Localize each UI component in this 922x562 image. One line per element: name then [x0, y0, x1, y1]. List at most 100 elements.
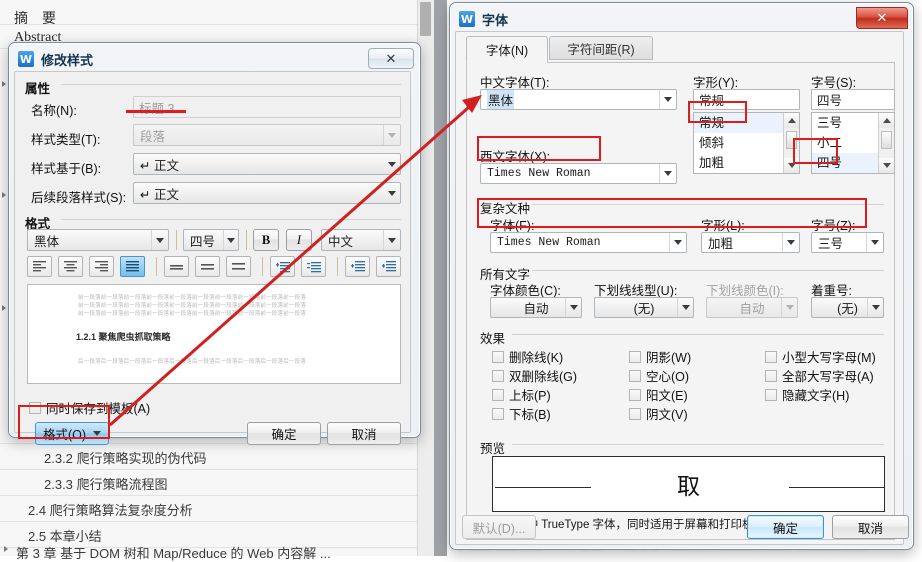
scroll-down-icon[interactable] — [784, 158, 799, 173]
cn-font-select[interactable]: 黑体 — [480, 89, 677, 110]
checkbox-icon[interactable] — [629, 369, 641, 382]
nav-expand-arrow-icon-2[interactable] — [2, 81, 6, 87]
line-spacing-single-icon[interactable] — [164, 256, 189, 277]
checkbox-icon[interactable] — [492, 388, 504, 401]
chevron-down-icon[interactable] — [867, 298, 883, 317]
size-listbox-scrollbar[interactable] — [878, 113, 894, 173]
scroll-up-icon[interactable] — [784, 113, 799, 128]
chevron-down-icon — [781, 298, 797, 317]
nav-item-233[interactable]: 2.3.3 爬行策略流程图 — [44, 474, 168, 493]
nav-item-232[interactable]: 2.3.2 爬行策略实现的伪代码 — [44, 448, 207, 467]
checkbox-emboss[interactable]: 阳文(E) — [629, 385, 688, 404]
save-to-template-checkbox[interactable]: 同时保存到模板(A) — [29, 398, 150, 417]
checkbox-icon[interactable] — [765, 369, 777, 382]
font-family-select[interactable]: 黑体 — [27, 229, 169, 251]
chevron-down-icon[interactable] — [223, 230, 238, 250]
checkbox-subscript[interactable]: 下标(B) — [492, 404, 551, 423]
close-icon[interactable]: ✕ — [856, 7, 908, 29]
emphasis-select[interactable]: (无) — [811, 297, 884, 318]
style-listbox[interactable]: 常规 倾斜 加粗 — [693, 112, 800, 174]
complex-size-select[interactable]: 三号 — [811, 232, 884, 253]
scroll-down-icon[interactable] — [879, 158, 894, 173]
increase-indent-icon[interactable] — [376, 256, 401, 277]
checkbox-superscript[interactable]: 上标(P) — [492, 385, 551, 404]
checkbox-outline[interactable]: 空心(O) — [629, 366, 689, 385]
chevron-down-icon[interactable] — [782, 233, 799, 252]
checkbox-icon[interactable] — [29, 401, 41, 414]
align-right-icon[interactable] — [89, 256, 114, 277]
font-size-select[interactable]: 四号 — [183, 229, 239, 251]
tab-font[interactable]: 字体(N) — [466, 36, 548, 62]
spacing-before-icon[interactable] — [270, 256, 295, 277]
style-listbox-scrollbar[interactable] — [783, 113, 799, 173]
chevron-down-icon[interactable] — [565, 298, 581, 317]
checkbox-small-caps[interactable]: 小型大写字母(M) — [765, 347, 876, 366]
font-dialog-titlebar[interactable]: W 字体 ✕ — [453, 6, 910, 32]
checkbox-icon[interactable] — [765, 350, 777, 363]
default-button: 默认(D)... — [462, 515, 536, 539]
size-input[interactable]: 四号 — [811, 89, 895, 110]
cn-font-value: 黑体 — [487, 90, 515, 109]
checkbox-icon[interactable] — [492, 350, 504, 363]
chevron-down-icon[interactable] — [669, 233, 686, 252]
checkbox-shadow[interactable]: 阴影(W) — [629, 347, 691, 366]
western-font-select[interactable]: Times New Roman — [480, 163, 677, 184]
chevron-down-icon[interactable] — [866, 233, 883, 252]
size-scrollbar-thumb[interactable] — [881, 131, 892, 149]
size-listbox[interactable]: 三号 小二 四号 — [811, 112, 895, 174]
checkbox-engrave[interactable]: 阴文(V) — [629, 404, 688, 423]
ok-button[interactable]: 确定 — [247, 422, 321, 445]
tab-character-spacing[interactable]: 字符间距(R) — [549, 36, 653, 60]
checkbox-hidden-text[interactable]: 隐藏文字(H) — [765, 385, 849, 404]
checkbox-strikethrough[interactable]: 删除线(K) — [492, 347, 563, 366]
nav-expand-arrow-icon[interactable] — [4, 546, 8, 552]
font-color-select[interactable]: 自动 — [490, 297, 582, 318]
complex-font-select[interactable]: Times New Roman — [490, 232, 687, 253]
chevron-down-icon[interactable] — [383, 154, 400, 174]
chevron-down-icon[interactable] — [383, 230, 400, 250]
checkbox-icon[interactable] — [629, 350, 641, 363]
underline-style-select[interactable]: (无) — [594, 297, 694, 318]
style-scrollbar-thumb[interactable] — [786, 131, 797, 149]
chevron-down-icon[interactable] — [659, 164, 676, 183]
next-style-select[interactable]: ↵ 正文 — [133, 182, 401, 204]
decrease-indent-icon[interactable] — [345, 256, 370, 277]
bold-button[interactable]: B — [253, 229, 279, 251]
line-spacing-double-icon[interactable] — [226, 256, 251, 277]
align-left-icon[interactable] — [27, 256, 52, 277]
nav-scrollbar-thumb[interactable] — [420, 2, 431, 36]
nav-item-ch3[interactable]: 第 3 章 基于 DOM 树和 Map/Reduce 的 Web 内容解 ... — [16, 543, 331, 562]
checkbox-all-caps[interactable]: 全部大写字母(A) — [765, 366, 874, 385]
nav-expand-arrow-icon-4[interactable] — [2, 305, 6, 311]
style-input[interactable]: 常规 — [693, 89, 800, 110]
nav-expand-arrow-icon-3[interactable] — [2, 192, 6, 198]
script-select[interactable]: 中文 — [321, 229, 401, 251]
checkbox-icon[interactable] — [492, 407, 504, 420]
checkbox-double-strikethrough[interactable]: 双删除线(G) — [492, 366, 577, 385]
spacing-after-icon[interactable] — [301, 256, 326, 277]
complex-style-select[interactable]: 加粗 — [701, 232, 800, 253]
checkbox-icon[interactable] — [765, 388, 777, 401]
chevron-down-icon[interactable] — [151, 230, 168, 250]
line-spacing-1_5-icon[interactable] — [195, 256, 220, 277]
chevron-down-icon[interactable] — [659, 90, 676, 109]
checkbox-icon[interactable] — [629, 388, 641, 401]
close-icon[interactable]: ✕ — [368, 48, 414, 69]
cancel-button[interactable]: 取消 — [327, 422, 401, 445]
ok-button[interactable]: 确定 — [747, 515, 824, 539]
format-button[interactable]: 格式(O) — [35, 422, 109, 445]
align-justify-icon[interactable] — [120, 256, 145, 277]
name-input[interactable]: 标题 3 — [133, 96, 401, 118]
checkbox-icon[interactable] — [629, 407, 641, 420]
align-center-icon[interactable] — [58, 256, 83, 277]
based-on-select[interactable]: ↵ 正文 — [133, 153, 401, 175]
chevron-down-icon[interactable] — [677, 298, 693, 317]
nav-item-24[interactable]: 2.4 爬行策略算法复杂度分析 — [28, 500, 193, 519]
properties-group-label: 属性 — [25, 82, 51, 96]
cancel-button[interactable]: 取消 — [832, 515, 909, 539]
scroll-up-icon[interactable] — [879, 113, 894, 128]
checkbox-icon[interactable] — [492, 369, 504, 382]
modify-style-titlebar[interactable]: W 修改样式 ✕ — [12, 46, 417, 72]
chevron-down-icon[interactable] — [383, 183, 400, 203]
italic-button[interactable]: I — [286, 229, 312, 251]
